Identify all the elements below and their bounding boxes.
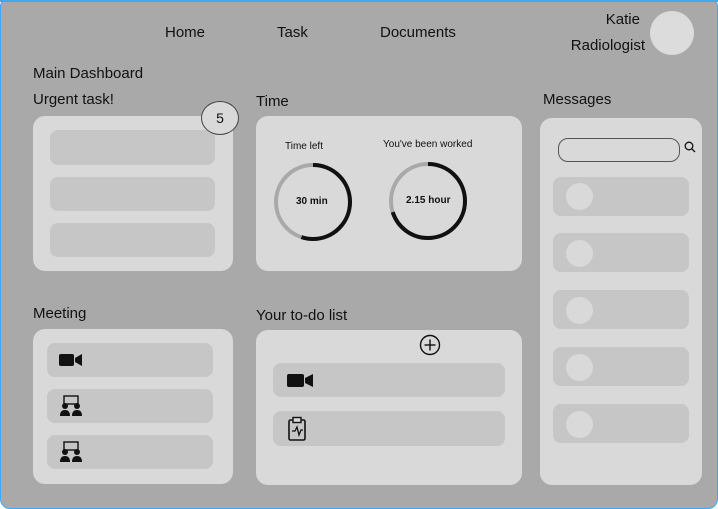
urgent-task-item[interactable] <box>50 177 215 211</box>
search-icon[interactable] <box>684 141 696 153</box>
time-worked-label: You've been worked <box>383 139 473 150</box>
add-todo-button[interactable] <box>419 334 441 356</box>
time-left-label: Time left <box>285 141 323 152</box>
avatar[interactable] <box>650 11 694 55</box>
message-avatar <box>566 411 593 438</box>
time-worked-value: 2.15 hour <box>406 195 451 206</box>
nav-home[interactable]: Home <box>165 24 205 41</box>
urgent-task-item[interactable] <box>50 223 215 257</box>
message-search-input[interactable] <box>558 138 680 162</box>
clipboard-icon <box>288 416 306 441</box>
message-avatar <box>566 240 593 267</box>
message-avatar <box>566 354 593 381</box>
messages-title: Messages <box>543 91 612 108</box>
page-title: Main Dashboard <box>33 65 144 82</box>
user-name: Katie <box>605 11 640 28</box>
window-selection-border <box>0 0 718 2</box>
todo-card <box>256 330 522 485</box>
video-camera-icon <box>287 374 313 387</box>
time-title: Time <box>256 93 289 110</box>
nav-task[interactable]: Task <box>277 24 308 41</box>
message-avatar <box>566 297 593 324</box>
time-left-value: 30 min <box>296 196 328 207</box>
todo-title: Your to-do list <box>256 307 348 324</box>
meeting-people-icon <box>60 395 82 416</box>
video-camera-icon <box>59 354 82 366</box>
urgent-count-badge: 5 <box>201 101 239 135</box>
urgent-task-item[interactable] <box>50 130 215 165</box>
message-avatar <box>566 183 593 210</box>
user-role: Radiologist <box>570 37 645 54</box>
meeting-title: Meeting <box>33 305 87 322</box>
meeting-people-icon <box>60 441 82 462</box>
urgent-task-title: Urgent task! <box>33 91 114 108</box>
nav-documents[interactable]: Documents <box>380 24 456 41</box>
